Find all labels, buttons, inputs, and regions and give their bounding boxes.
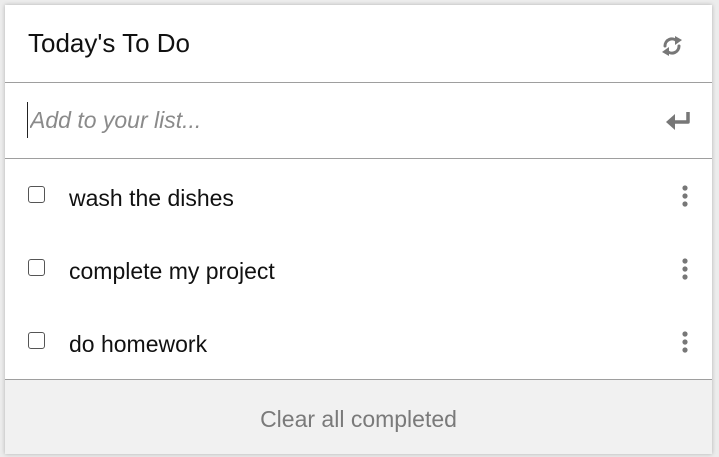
todo-list: wash the dishes complete my project do h… bbox=[5, 160, 712, 380]
todo-label: complete my project bbox=[69, 258, 275, 284]
refresh-icon[interactable] bbox=[658, 32, 686, 60]
more-options-icon[interactable] bbox=[675, 328, 695, 358]
enter-icon[interactable] bbox=[665, 109, 693, 133]
list-item: do homework bbox=[5, 306, 712, 379]
clear-completed-label: Clear all completed bbox=[260, 406, 457, 432]
more-options-icon[interactable] bbox=[675, 182, 695, 212]
todo-checkbox[interactable] bbox=[28, 259, 45, 276]
todo-checkbox[interactable] bbox=[28, 332, 45, 349]
more-options-icon[interactable] bbox=[675, 255, 695, 285]
list-item: wash the dishes bbox=[5, 160, 712, 233]
todo-label: do homework bbox=[69, 331, 208, 357]
clear-completed-button[interactable]: Clear all completed bbox=[5, 379, 712, 454]
todo-checkbox[interactable] bbox=[28, 186, 45, 203]
list-item: complete my project bbox=[5, 233, 712, 306]
todo-card: Today's To Do wash the dishes complet bbox=[5, 5, 712, 454]
add-item-input[interactable] bbox=[27, 102, 637, 138]
todo-label: wash the dishes bbox=[69, 185, 234, 211]
header: Today's To Do bbox=[5, 5, 712, 83]
add-item-row bbox=[5, 84, 712, 159]
page-title: Today's To Do bbox=[28, 28, 191, 58]
